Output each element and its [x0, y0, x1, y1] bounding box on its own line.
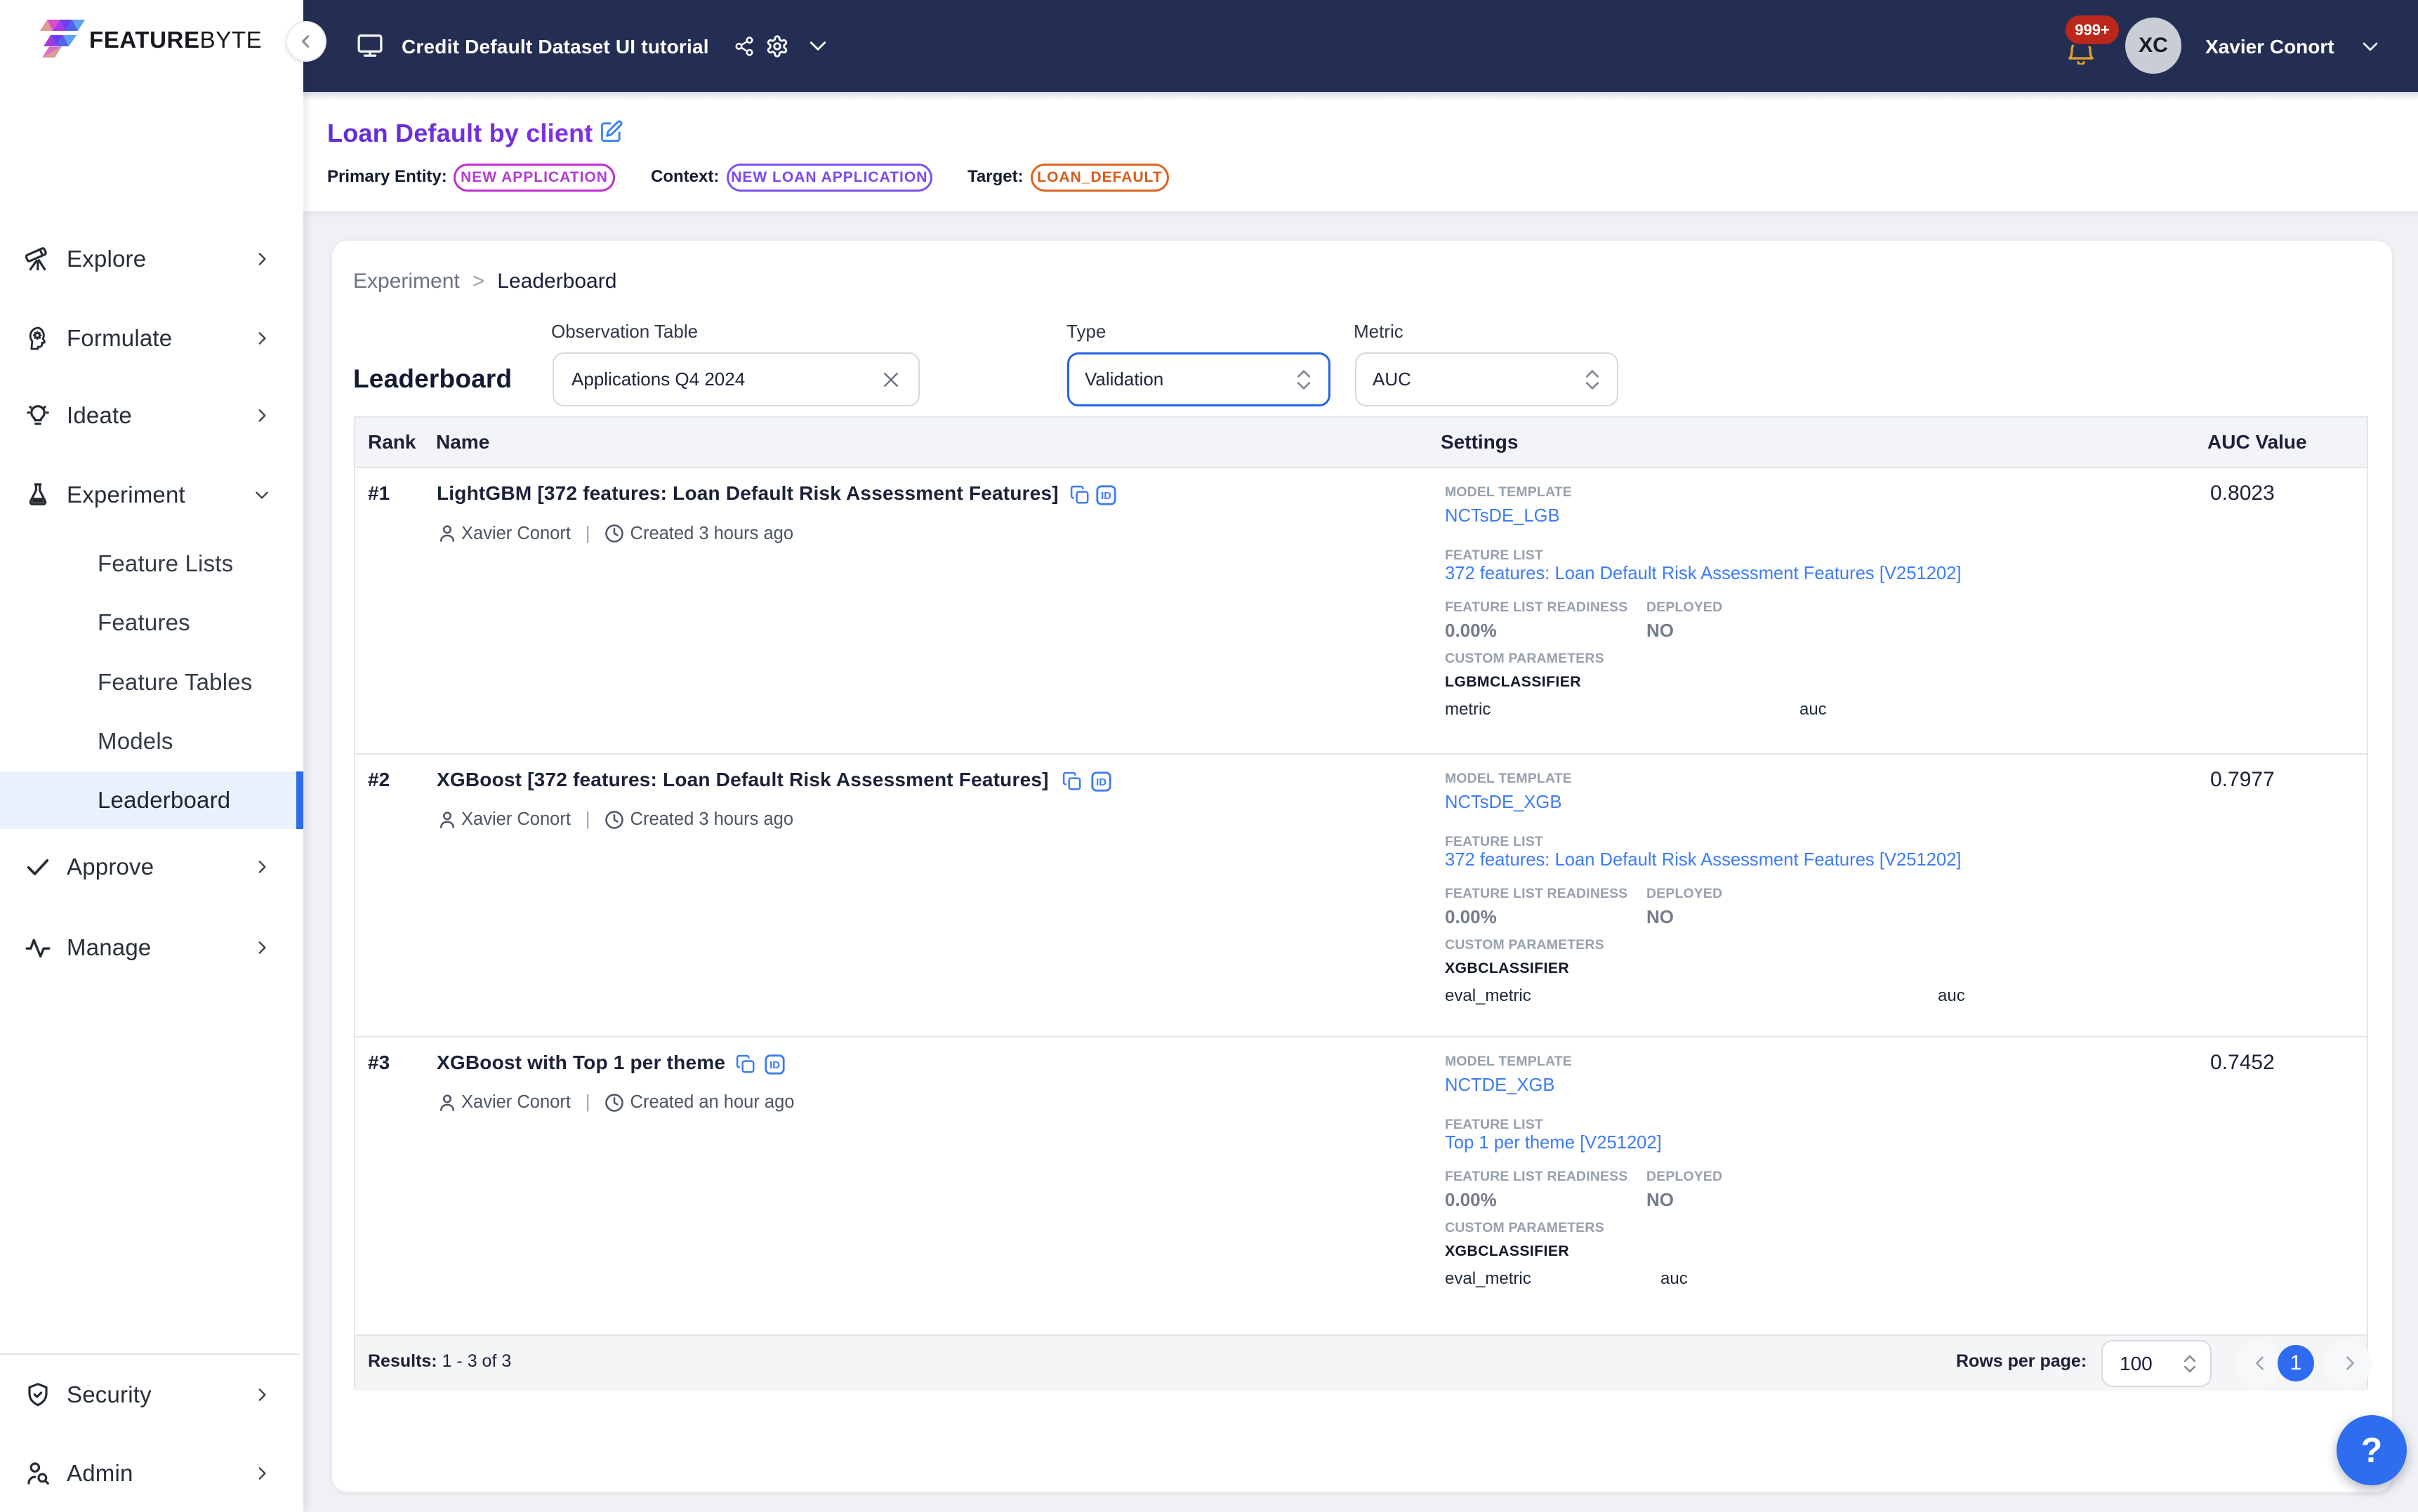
- svg-text:ID: ID: [1096, 777, 1106, 788]
- svg-text:ID: ID: [1101, 491, 1111, 502]
- svg-text:ID: ID: [769, 1060, 780, 1071]
